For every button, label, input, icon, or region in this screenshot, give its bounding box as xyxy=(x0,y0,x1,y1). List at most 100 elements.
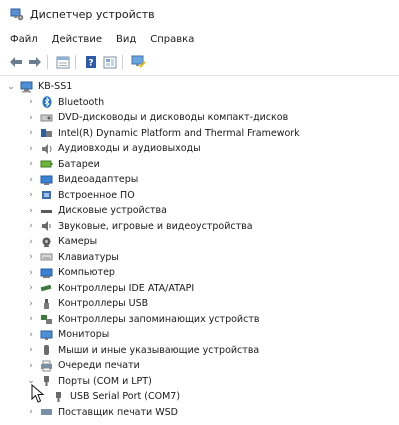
chevron-right-icon[interactable]: › xyxy=(26,144,36,154)
ide-controller-icon xyxy=(40,282,53,294)
tree-item-label: USB Serial Port (COM7) xyxy=(70,391,181,403)
monitor-button[interactable] xyxy=(130,54,146,70)
menu-file[interactable]: Файл xyxy=(10,34,38,45)
tree-item-keyboard[interactable]: › Клавиатуры xyxy=(0,250,399,266)
chevron-right-icon[interactable]: › xyxy=(26,159,36,169)
tree-item-label: Контроллеры запоминающих устройств xyxy=(58,313,260,325)
chevron-right-icon[interactable]: › xyxy=(26,252,36,262)
back-button[interactable] xyxy=(8,54,24,70)
tree-item-computer[interactable]: › Компьютер xyxy=(0,265,399,281)
chevron-down-icon[interactable]: ⌄ xyxy=(6,82,16,92)
tree-root-label: KB-SS1 xyxy=(38,81,73,93)
tree-item-label: Батареи xyxy=(58,158,100,170)
port-device-icon xyxy=(52,391,65,403)
mouse-icon xyxy=(40,344,53,356)
window-title: Диспетчер устройств xyxy=(30,7,155,21)
tree-item-label: Порты (COM и LPT) xyxy=(58,375,152,387)
toolbar-separator xyxy=(47,55,48,69)
svg-text:?: ? xyxy=(88,59,93,69)
chevron-right-icon[interactable]: › xyxy=(26,237,36,247)
view-button[interactable] xyxy=(102,54,118,70)
chevron-right-icon[interactable]: › xyxy=(26,206,36,216)
chevron-right-icon[interactable]: › xyxy=(26,407,36,417)
chevron-right-icon[interactable]: › xyxy=(26,113,36,123)
tree-item-ide[interactable]: › Контроллеры IDE ATA/ATAPI xyxy=(0,281,399,297)
tree-item-label: Мыши и иные указывающие устройства xyxy=(58,344,260,356)
forward-button[interactable] xyxy=(27,54,43,70)
tree-item-dvd[interactable]: › DVD-дисководы и дисководы компакт-диск… xyxy=(0,110,399,126)
tree-item-sound[interactable]: › Звуковые, игровые и видеоустройства xyxy=(0,219,399,235)
tree-item-firmware[interactable]: › Встроенное ПО xyxy=(0,188,399,204)
tree-item-disk[interactable]: › Дисковые устройства xyxy=(0,203,399,219)
chevron-right-icon[interactable]: › xyxy=(26,345,36,355)
tree-item-audio[interactable]: › Аудиовходы и аудиовыходы xyxy=(0,141,399,157)
menu-action[interactable]: Действие xyxy=(52,34,102,45)
tree-root[interactable]: ⌄ KB-SS1 xyxy=(0,79,399,95)
monitor-icon xyxy=(40,329,53,341)
tree-item-label: Контроллеры USB xyxy=(58,298,149,310)
title-bar: Диспетчер устройств xyxy=(0,0,399,28)
chevron-right-icon[interactable]: › xyxy=(26,175,36,185)
sound-icon xyxy=(40,220,53,232)
forward-arrow-icon xyxy=(29,57,41,67)
tree-item-label: Контроллеры IDE ATA/ATAPI xyxy=(58,282,195,294)
toolbar-separator xyxy=(75,55,76,69)
help-book-icon: ? xyxy=(86,56,96,69)
tree-item-label: Очереди печати xyxy=(58,360,140,372)
tree-item-usb-serial-port[interactable]: USB Serial Port (COM7) xyxy=(0,389,399,405)
tree-item-usb[interactable]: › Контроллеры USB xyxy=(0,296,399,312)
properties-button[interactable] xyxy=(55,54,71,70)
usb-icon xyxy=(40,298,53,310)
firmware-icon xyxy=(40,189,53,201)
dvd-drive-icon xyxy=(40,112,53,124)
chevron-right-icon[interactable]: › xyxy=(26,361,36,371)
chevron-right-icon[interactable]: › xyxy=(26,330,36,340)
chevron-right-icon[interactable]: › xyxy=(26,283,36,293)
tree-item-label: Компьютер xyxy=(58,267,115,279)
tree-item-label: Аудиовходы и аудиовыходы xyxy=(58,143,201,155)
computer-icon xyxy=(40,267,53,279)
audio-io-icon xyxy=(40,143,53,155)
menu-help[interactable]: Справка xyxy=(150,34,194,45)
back-arrow-icon xyxy=(10,57,22,67)
tree-item-monitor[interactable]: › Мониторы xyxy=(0,327,399,343)
tree-item-battery[interactable]: › Батареи xyxy=(0,157,399,173)
help-button[interactable]: ? xyxy=(83,54,99,70)
toolbar-divider xyxy=(0,75,399,76)
menu-view[interactable]: Вид xyxy=(116,34,136,45)
camera-icon xyxy=(40,236,53,248)
display-adapter-icon xyxy=(40,174,53,186)
tree-item-label: Встроенное ПО xyxy=(58,189,135,201)
device-manager-icon xyxy=(10,8,24,21)
chevron-right-icon[interactable]: › xyxy=(26,314,36,324)
tree-item-label: Intel(R) Dynamic Platform and Thermal Fr… xyxy=(58,127,300,139)
tree-item-mouse[interactable]: › Мыши и иные указывающие устройства xyxy=(0,343,399,359)
print-queue-icon xyxy=(40,360,53,372)
keyboard-icon xyxy=(40,251,53,263)
tree-item-ports[interactable]: ⌄ Порты (COM и LPT) xyxy=(0,374,399,390)
tree-item-label: DVD-дисководы и дисководы компакт-дисков xyxy=(58,112,289,124)
chevron-right-icon[interactable]: › xyxy=(26,268,36,278)
tree-item-bluetooth[interactable]: › Bluetooth xyxy=(0,95,399,111)
monitor-scan-icon xyxy=(131,55,146,68)
chevron-right-icon[interactable]: › xyxy=(26,190,36,200)
battery-icon xyxy=(40,158,53,170)
view-icon xyxy=(103,56,117,68)
tree-item-storage[interactable]: › Контроллеры запоминающих устройств xyxy=(0,312,399,328)
intel-framework-icon xyxy=(40,127,53,139)
tree-item-intel[interactable]: › Intel(R) Dynamic Platform and Thermal … xyxy=(0,126,399,142)
chevron-right-icon[interactable]: › xyxy=(26,299,36,309)
tree-item-wsd[interactable]: › Поставщик печати WSD xyxy=(0,405,399,421)
chevron-right-icon[interactable]: › xyxy=(26,97,36,107)
tree-item-label: Звуковые, игровые и видеоустройства xyxy=(58,220,253,232)
tree-item-label: Клавиатуры xyxy=(58,251,119,263)
tree-item-camera[interactable]: › Камеры xyxy=(0,234,399,250)
tree-item-label: Поставщик печати WSD xyxy=(58,406,178,418)
tree-item-print-queue[interactable]: › Очереди печати xyxy=(0,358,399,374)
wsd-print-icon xyxy=(40,406,53,418)
computer-icon xyxy=(20,81,33,93)
tree-item-display[interactable]: › Видеоадаптеры xyxy=(0,172,399,188)
chevron-right-icon[interactable]: › xyxy=(26,128,36,138)
tree-item-label: Видеоадаптеры xyxy=(58,174,139,186)
chevron-right-icon[interactable]: › xyxy=(26,221,36,231)
